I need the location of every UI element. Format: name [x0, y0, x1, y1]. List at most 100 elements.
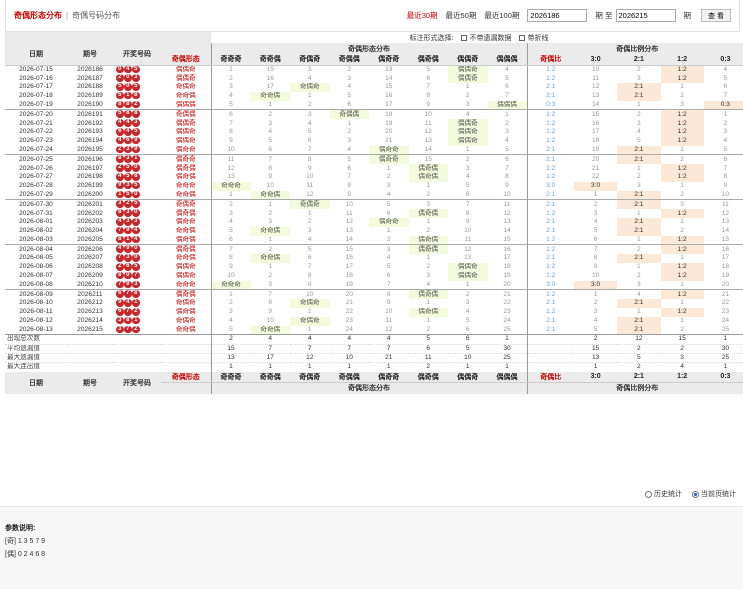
form-miss-cell: 10 [266, 317, 274, 325]
row-balls: 265 [113, 263, 161, 272]
form-miss-cell: 1 [465, 145, 470, 153]
ratio-miss-cell: 1 [637, 100, 641, 108]
stat-form-value: 21 [369, 352, 409, 363]
tab-odd-even-number[interactable]: 奇偶号码分布 [72, 10, 120, 21]
ratio-hit-cell: 3:0 [574, 280, 618, 290]
form-miss-cell: 15 [329, 244, 369, 255]
draw-ball: 3 [132, 119, 140, 127]
row-date: 2026-08-13 [19, 325, 53, 333]
ratio-hit-cell: 1:2 [660, 119, 704, 129]
polyline-label: 带折线 [527, 34, 549, 42]
row-ratio: 2:1 [526, 325, 574, 335]
row-date: 2026-08-02 [19, 227, 53, 235]
tab-odd-even-form[interactable]: 奇偶形态分布 [14, 10, 62, 21]
row-issue: 2026204 [77, 227, 103, 235]
stat-ratio-value: 1 [574, 362, 618, 372]
form-miss-cell: 4 [307, 119, 312, 127]
row-form: 偶偶奇 [175, 65, 196, 73]
ratio-miss-cell: 22 [591, 173, 600, 181]
draw-ball: 8 [116, 209, 124, 217]
to-issue-input[interactable] [615, 9, 676, 22]
form-hit-cell: 偶奇偶 [408, 244, 448, 255]
ratio-miss-cell: 16 [703, 244, 743, 255]
ratio-hit-cell: 3:0 [574, 181, 618, 191]
header-form-spacer [161, 43, 211, 54]
stat-form-value: 6 [448, 334, 488, 345]
form-miss-cell: 1 [426, 254, 431, 262]
form-miss-cell: 3 [307, 65, 312, 73]
form-miss-cell: 1 [307, 209, 312, 217]
form-miss-cell: 21 [487, 289, 527, 300]
row-balls: 588 [113, 109, 161, 120]
row-ratio: 1:2 [526, 119, 574, 129]
row-ratio: 1:2 [526, 74, 574, 84]
draw-ball: 5 [132, 200, 140, 208]
row-form: 奇奇偶 [175, 92, 196, 100]
row-balls: 831 [113, 154, 161, 165]
form-miss-cell: 7 [505, 92, 509, 100]
row-issue: 2026213 [77, 308, 103, 316]
row-issue: 2026202 [77, 209, 103, 217]
form-miss-cell: 16 [487, 244, 527, 255]
row-ratio: 1:2 [526, 289, 574, 300]
draw-ball: 4 [116, 136, 124, 145]
draw-ball: 3 [124, 145, 132, 154]
ratio-miss-cell: 3 [660, 199, 704, 210]
ratio-miss-cell: 2 [680, 325, 684, 333]
row-form: 偶偶奇 [175, 74, 196, 82]
ratio-miss-cell: 18 [721, 263, 730, 271]
draw-ball: 5 [124, 190, 132, 199]
form-miss-cell: 1 [307, 325, 312, 333]
no-missing-checkbox[interactable] [461, 34, 468, 41]
footer-form-spacer [161, 382, 211, 394]
range-30-link[interactable]: 最近30期 [407, 10, 438, 21]
form-miss-cell: 8 [268, 164, 273, 172]
range-100-link[interactable]: 最近100期 [484, 10, 519, 21]
draw-ball: 5 [116, 91, 124, 100]
row-issue: 2026198 [77, 173, 103, 181]
row-balls: 372 [113, 325, 161, 335]
form-miss-cell: 7 [307, 263, 312, 271]
row-ratio: 2:1 [526, 91, 574, 101]
row-date: 2026-08-11 [19, 308, 53, 316]
range-50-link[interactable]: 最近50期 [446, 10, 477, 21]
table-row: 2026-07-17 2026188 5 0 5 奇偶奇 3 17 奇偶奇 4 15 7 1 6 2:1 12… [5, 83, 743, 92]
form-miss-cell: 2 [426, 325, 431, 333]
row-form: 奇奇偶 [175, 227, 196, 235]
form-miss-cell: 19 [385, 119, 393, 127]
row-balls: 325 [113, 199, 161, 210]
form-miss-cell: 9 [307, 280, 312, 288]
form-miss-cell: 23 [345, 317, 353, 325]
draw-ball: 0 [132, 190, 140, 199]
form-miss-cell: 15 [408, 154, 448, 165]
draw-ball: 5 [132, 83, 140, 91]
polyline-checkbox[interactable] [519, 34, 526, 41]
form-hit-cell: 奇奇偶 [250, 91, 290, 101]
row-form: 偶偶奇 [175, 119, 196, 127]
form-miss-cell: 11 [345, 209, 353, 217]
query-button[interactable]: 查 看 [701, 9, 731, 22]
form-miss-cell: 2 [210, 299, 251, 309]
row-ratio: 2:1 [526, 145, 574, 155]
form-miss-cell: 12 [448, 244, 488, 255]
current-stat-label: 当前页统计 [701, 491, 736, 498]
form-hit-cell: 奇偶奇 [290, 199, 330, 210]
row-date: 2026-08-08 [19, 280, 53, 288]
form-miss-cell: 6 [386, 272, 391, 280]
ratio-miss-cell: 1 [593, 190, 598, 198]
ratio-miss-cell: 5 [723, 145, 728, 153]
form-hit-cell: 奇偶奇 [290, 83, 330, 92]
form-miss-cell: 20 [385, 128, 393, 136]
row-date: 2026-08-03 [19, 235, 53, 243]
form-hit-cell: 偶偶奇 [448, 128, 488, 137]
draw-ball: 0 [132, 209, 140, 217]
stat-ratio-value: 15 [660, 334, 704, 345]
current-stat-radio[interactable] [692, 490, 699, 498]
form-miss-cell: 7 [386, 280, 391, 288]
draw-ball: 3 [132, 280, 140, 289]
from-issue-input[interactable] [527, 9, 588, 22]
form-miss-cell: 5 [210, 100, 251, 110]
history-stat-radio[interactable] [645, 490, 652, 498]
footer-row-columns: 日期 期号 开奖号码 奇偶形态 奇奇奇 奇奇偶 奇偶奇 奇偶偶 偶奇奇 偶奇偶 偶偶奇 偶偶偶 奇偶比 3… [5, 371, 743, 394]
draw-ball: 9 [132, 145, 140, 154]
